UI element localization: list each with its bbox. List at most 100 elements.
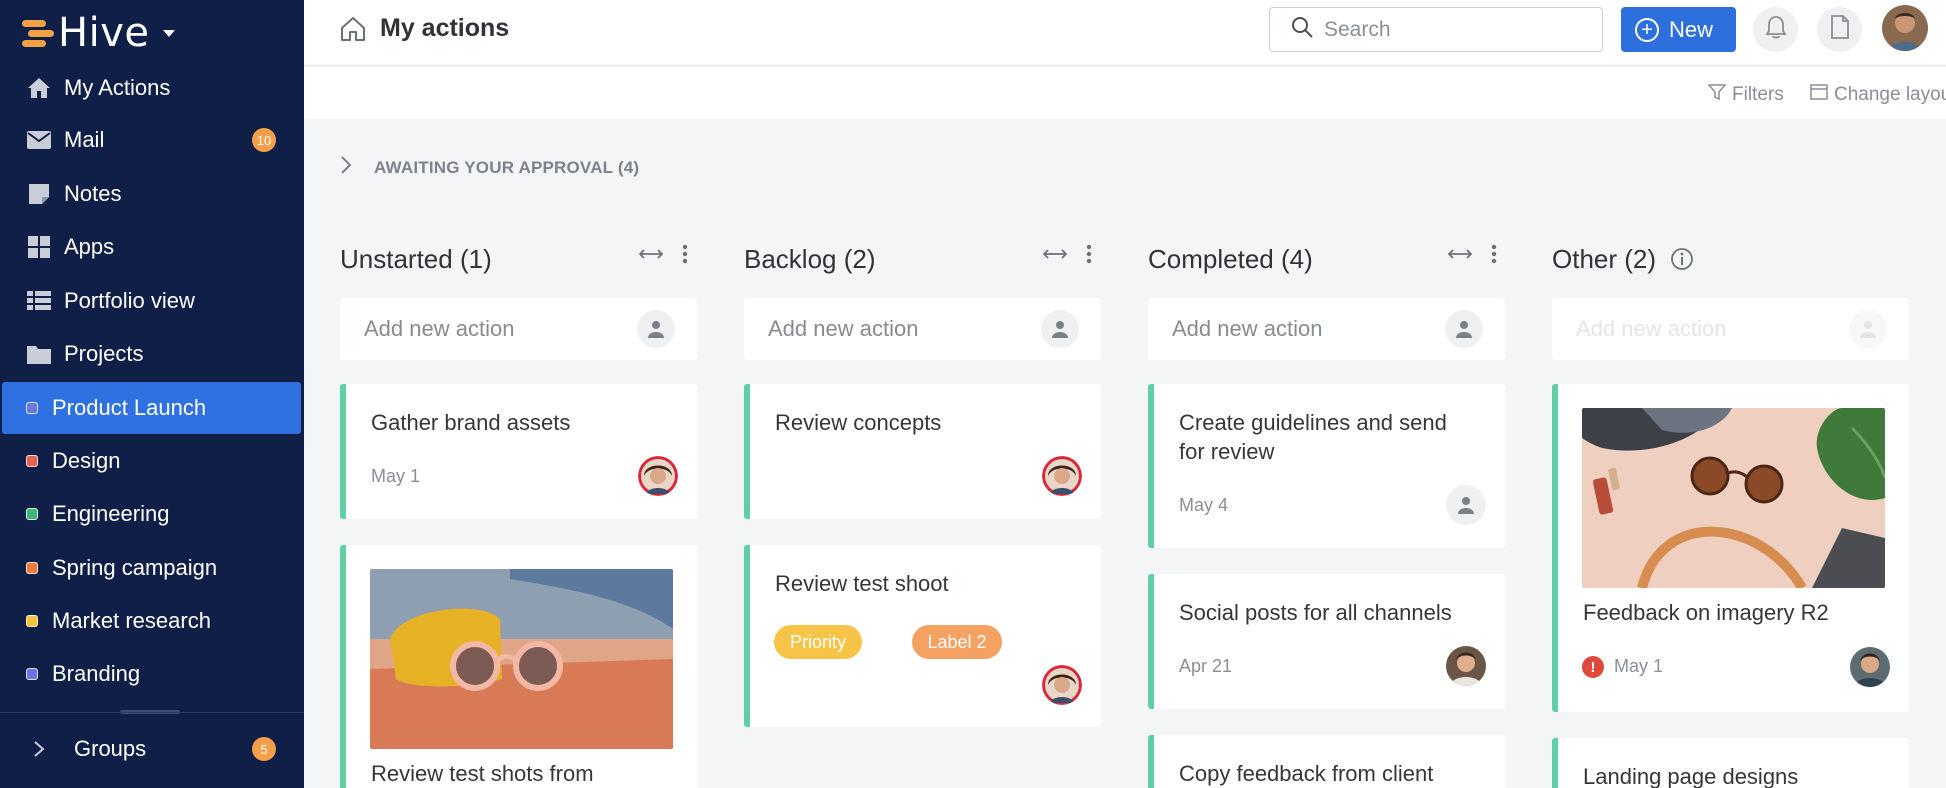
project-color-dot — [26, 562, 38, 574]
sidebar-item-apps[interactable]: Apps — [0, 221, 304, 273]
action-card[interactable]: Feedback on imagery R2 ! May 1 — [1552, 384, 1909, 712]
project-label: Product Launch — [52, 395, 207, 420]
awaiting-approval-toggle[interactable]: AWAITING YOUR APPROVAL (4) — [340, 155, 639, 180]
filters-button[interactable]: Filters — [1707, 83, 1784, 107]
sidebar-item-label: My Actions — [64, 75, 171, 100]
column-controls — [1042, 244, 1092, 269]
project-color-dot — [26, 615, 38, 627]
assignee-avatar[interactable] — [1042, 456, 1082, 496]
add-new-action-input[interactable]: Add new action — [1552, 298, 1909, 360]
change-layout-label: Change layout — [1834, 84, 1946, 105]
sidebar-item-label: Groups — [74, 736, 147, 761]
add-new-action-input[interactable]: Add new action — [340, 298, 697, 360]
files-button[interactable] — [1817, 7, 1862, 52]
search-box[interactable] — [1269, 7, 1603, 52]
mail-unread-badge: 10 — [252, 128, 276, 152]
sidebar-item-label: Apps — [64, 234, 115, 259]
chevron-right-icon — [340, 155, 352, 180]
assignee-avatar[interactable] — [1850, 647, 1890, 687]
notifications-button[interactable] — [1753, 7, 1798, 52]
home-icon[interactable] — [340, 16, 366, 47]
topbar: My actions + New — [304, 0, 1946, 66]
toolbar: Filters Change layout — [304, 67, 1946, 119]
project-item-engineering[interactable]: Engineering — [0, 488, 304, 540]
project-color-dot — [26, 508, 38, 520]
hive-logo[interactable]: Hive — [22, 10, 176, 56]
info-icon[interactable] — [1670, 247, 1694, 271]
sidebar-item-label: Projects — [64, 341, 144, 366]
expand-horizontal-icon[interactable] — [638, 247, 664, 266]
workspace-caret-icon[interactable] — [163, 29, 176, 37]
sidebar-item-groups[interactable]: Groups 5 — [0, 723, 304, 775]
column-title-text: Other (2) — [1552, 243, 1657, 274]
sidebar-item-portfolio-view[interactable]: Portfolio view — [0, 275, 304, 327]
assignee-avatar[interactable] — [1042, 665, 1082, 705]
alert-icon: ! — [1582, 656, 1604, 678]
card-title: Gather brand assets — [371, 410, 571, 435]
sidebar-item-label: Notes — [64, 181, 122, 206]
add-action-placeholder: Add new action — [1576, 316, 1727, 341]
home-icon — [26, 75, 52, 101]
new-button[interactable]: + New — [1621, 7, 1736, 52]
new-button-label: New — [1669, 16, 1714, 42]
filter-icon — [1707, 83, 1727, 107]
change-layout-button[interactable]: Change layout — [1810, 83, 1946, 107]
action-card[interactable]: Landing page designs — [1552, 738, 1909, 788]
action-card[interactable]: Review test shots from — [340, 545, 697, 788]
more-vertical-icon[interactable] — [1491, 244, 1497, 269]
assignee-placeholder-icon[interactable] — [1041, 310, 1079, 348]
action-card[interactable]: Create guidelines and send for review Ma… — [1148, 384, 1505, 548]
sidebar-item-label: Mail — [64, 127, 105, 152]
sidebar-item-notes[interactable]: Notes — [0, 168, 304, 220]
add-action-placeholder: Add new action — [1172, 316, 1323, 341]
search-icon — [1290, 15, 1314, 44]
action-card[interactable]: Review test shoot Priority Label 2 — [744, 545, 1101, 727]
note-icon — [26, 181, 52, 207]
expand-horizontal-icon[interactable] — [1042, 247, 1068, 266]
project-item-branding[interactable]: Branding — [0, 648, 304, 700]
bell-icon — [1764, 15, 1787, 44]
sidebar-item-mail[interactable]: Mail 10 — [0, 114, 304, 166]
add-new-action-input[interactable]: Add new action — [1148, 298, 1505, 360]
project-color-dot — [26, 668, 38, 680]
sidebar-divider — [0, 712, 304, 713]
sidebar-item-projects[interactable]: Projects — [0, 328, 304, 380]
card-title-line: Create guidelines and send — [1179, 410, 1447, 435]
folder-icon — [26, 341, 52, 367]
expand-horizontal-icon[interactable] — [1447, 247, 1473, 266]
document-icon — [1830, 15, 1850, 44]
project-item-design[interactable]: Design — [0, 435, 304, 487]
user-avatar[interactable] — [1882, 5, 1928, 51]
action-card[interactable]: Review concepts — [744, 384, 1101, 519]
project-label: Engineering — [52, 501, 170, 526]
add-new-action-input[interactable]: Add new action — [744, 298, 1101, 360]
assignee-avatar[interactable] — [638, 456, 678, 496]
action-card[interactable]: Social posts for all channels Apr 21 — [1148, 574, 1505, 709]
card-due-date: Apr 21 — [1179, 656, 1233, 676]
card-title: Review test shoot — [775, 571, 949, 596]
awaiting-approval-label: AWAITING YOUR APPROVAL (4) — [374, 157, 640, 177]
sidebar-item-my-actions[interactable]: My Actions — [0, 62, 304, 114]
page-title: My actions — [380, 14, 510, 42]
card-due-date: May 1 — [371, 466, 421, 486]
assignee-avatar[interactable] — [1446, 646, 1486, 686]
assignee-placeholder-icon[interactable] — [1849, 310, 1887, 348]
action-card[interactable]: Gather brand assets May 1 — [340, 384, 697, 519]
project-item-product-launch[interactable]: Product Launch — [2, 382, 301, 434]
priority-tag[interactable]: Priority — [774, 625, 862, 659]
table-list-icon — [26, 288, 52, 314]
more-vertical-icon[interactable] — [682, 244, 688, 269]
column-controls — [638, 244, 688, 269]
more-vertical-icon[interactable] — [1086, 244, 1092, 269]
project-item-spring-campaign[interactable]: Spring campaign — [0, 542, 304, 594]
assignee-placeholder-icon[interactable] — [637, 310, 675, 348]
card-title: Social posts for all channels — [1179, 600, 1452, 625]
assignee-placeholder-icon[interactable] — [1446, 485, 1486, 525]
project-label: Spring campaign — [52, 555, 218, 580]
assignee-placeholder-icon[interactable] — [1445, 310, 1483, 348]
search-input[interactable] — [1324, 17, 1584, 42]
sidebar: Hive My Actions Mail 10 Notes Apps Portf… — [0, 0, 304, 788]
project-item-market-research[interactable]: Market research — [0, 595, 304, 647]
label-tag[interactable]: Label 2 — [912, 625, 1002, 659]
action-card[interactable]: Copy feedback from client — [1148, 735, 1505, 788]
